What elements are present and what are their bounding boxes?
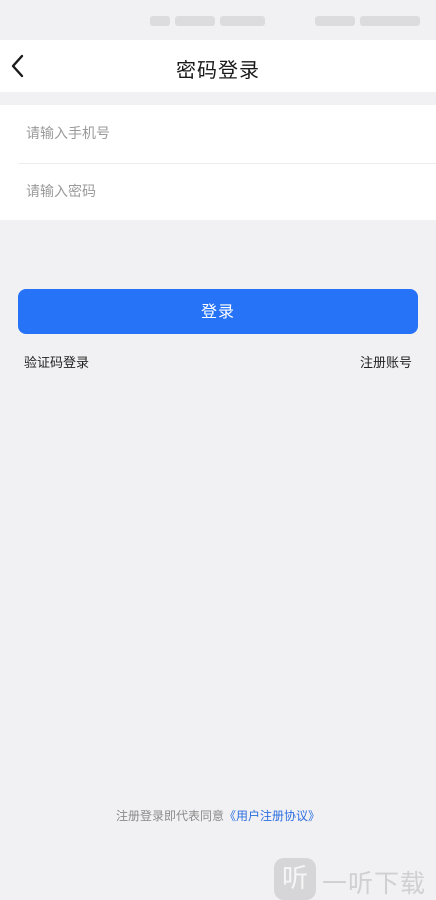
password-input[interactable] [26,163,416,220]
battery-icon [360,16,420,26]
login-button[interactable]: 登录 [18,289,418,334]
signal-icon [175,16,215,26]
page-title: 密码登录 [176,58,260,82]
header: 密码登录 [0,40,436,92]
status-icon [150,16,170,26]
watermark: 听 一听下载 [274,858,436,900]
register-link[interactable]: 注册账号 [360,352,412,371]
status-bar [0,0,436,40]
phone-field [0,105,436,162]
watermark-text: 一听下载 [322,869,427,898]
sms-login-link[interactable]: 验证码登录 [24,352,89,371]
watermark-logo: 听 [274,858,316,900]
user-agreement-link[interactable]: 《用户注册协议》 [224,809,320,823]
agreement-prefix: 注册登录即代表同意 [115,809,224,823]
password-field [0,163,436,220]
agreement-text: 注册登录即代表同意《用户注册协议》 [0,807,436,824]
alarm-icon [315,16,355,26]
phone-input[interactable] [26,105,416,162]
notification-icons [220,16,265,26]
login-form [0,105,436,220]
